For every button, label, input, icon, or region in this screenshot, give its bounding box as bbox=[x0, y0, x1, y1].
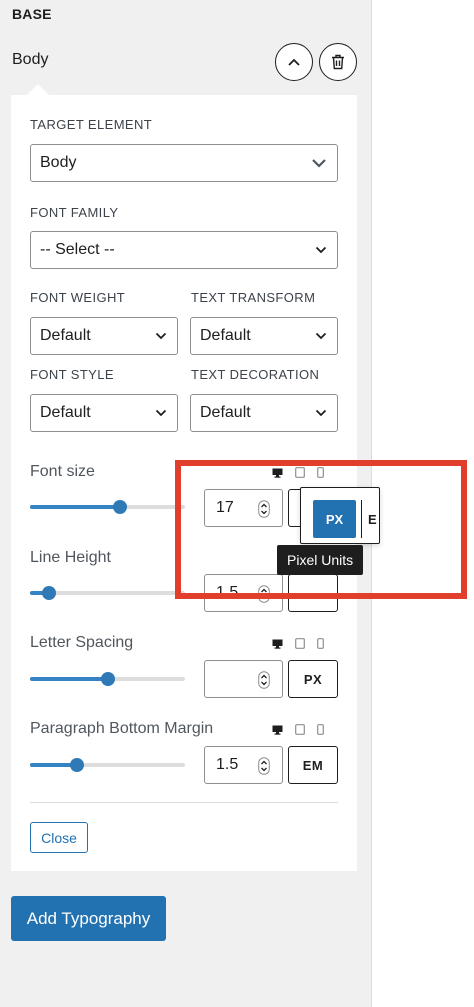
unit-option-em[interactable]: E bbox=[361, 500, 379, 538]
letter-spacing-input[interactable] bbox=[204, 660, 283, 698]
line-height-value: 1.5 bbox=[216, 584, 239, 601]
chevron-down-icon bbox=[315, 246, 327, 254]
font-style-label: FONT STYLE bbox=[30, 367, 114, 382]
text-transform-select[interactable]: Default bbox=[190, 317, 338, 355]
spinner-arrows-icon[interactable] bbox=[258, 500, 270, 518]
font-family-label: FONT FAMILY bbox=[30, 205, 119, 220]
slider-handle[interactable] bbox=[41, 586, 56, 600]
chevron-down-icon bbox=[315, 332, 327, 340]
panel-divider bbox=[30, 802, 338, 803]
text-transform-label: TEXT TRANSFORM bbox=[191, 290, 316, 305]
paragraph-bottom-margin-input[interactable]: 1.5 bbox=[204, 746, 283, 784]
target-element-value: Body bbox=[40, 154, 77, 171]
slider-fill bbox=[30, 677, 108, 681]
line-height-label: Line Height bbox=[30, 549, 111, 566]
mobile-icon[interactable] bbox=[317, 636, 324, 654]
paragraph-bottom-margin-slider[interactable] bbox=[30, 758, 185, 772]
line-height-input[interactable]: 1.5 bbox=[204, 574, 283, 612]
spinner-arrows-icon[interactable] bbox=[258, 585, 270, 603]
font-family-select[interactable]: -- Select -- bbox=[30, 231, 338, 269]
paragraph-margin-device-toggles bbox=[272, 722, 324, 740]
chevron-up-icon bbox=[288, 58, 300, 66]
chevron-down-icon bbox=[155, 409, 167, 417]
target-element-select[interactable]: Body bbox=[30, 144, 338, 182]
target-element-label: TARGET ELEMENT bbox=[30, 117, 153, 132]
line-height-unit-button[interactable] bbox=[288, 574, 338, 612]
font-weight-value: Default bbox=[40, 327, 91, 344]
mobile-icon[interactable] bbox=[317, 465, 324, 483]
tablet-icon[interactable] bbox=[295, 722, 305, 740]
add-typography-button[interactable]: Add Typography bbox=[11, 896, 166, 941]
font-style-select[interactable]: Default bbox=[30, 394, 178, 432]
font-style-value: Default bbox=[40, 404, 91, 421]
text-decoration-value: Default bbox=[200, 404, 251, 421]
paragraph-bottom-margin-unit-button[interactable]: EM bbox=[288, 746, 338, 784]
pixel-units-tooltip: Pixel Units bbox=[277, 545, 364, 575]
letter-spacing-label: Letter Spacing bbox=[30, 634, 134, 651]
mobile-icon[interactable] bbox=[317, 722, 324, 740]
font-size-slider[interactable] bbox=[30, 500, 185, 514]
text-decoration-select[interactable]: Default bbox=[190, 394, 338, 432]
trash-icon bbox=[332, 54, 344, 70]
text-decoration-label: TEXT DECORATION bbox=[191, 367, 320, 382]
paragraph-bottom-margin-label: Paragraph Bottom Margin bbox=[30, 720, 214, 737]
typography-item-title: Body bbox=[12, 51, 49, 68]
collapse-button[interactable] bbox=[275, 43, 313, 81]
spinner-arrows-icon[interactable] bbox=[258, 757, 270, 775]
spinner-arrows-icon[interactable] bbox=[258, 671, 270, 689]
slider-fill bbox=[30, 505, 120, 509]
letter-spacing-slider[interactable] bbox=[30, 672, 185, 686]
font-size-label: Font size bbox=[30, 463, 95, 480]
desktop-icon[interactable] bbox=[272, 722, 283, 740]
desktop-icon[interactable] bbox=[272, 636, 283, 654]
tablet-icon[interactable] bbox=[295, 465, 305, 483]
delete-button[interactable] bbox=[319, 43, 357, 81]
desktop-icon[interactable] bbox=[272, 465, 283, 483]
chevron-down-icon bbox=[155, 332, 167, 340]
unit-selector-popover: PX E bbox=[300, 487, 380, 544]
font-weight-label: FONT WEIGHT bbox=[30, 290, 126, 305]
close-button[interactable]: Close bbox=[30, 822, 88, 853]
letter-spacing-device-toggles bbox=[272, 636, 324, 654]
panel-pointer bbox=[27, 84, 49, 95]
paragraph-bottom-margin-value: 1.5 bbox=[216, 756, 239, 773]
text-transform-value: Default bbox=[200, 327, 251, 344]
font-size-device-toggles bbox=[272, 465, 324, 483]
line-height-slider[interactable] bbox=[30, 586, 185, 600]
unit-option-px[interactable]: PX bbox=[313, 500, 356, 538]
tablet-icon[interactable] bbox=[295, 636, 305, 654]
slider-handle[interactable] bbox=[69, 758, 84, 772]
slider-handle[interactable] bbox=[112, 500, 127, 514]
font-weight-select[interactable]: Default bbox=[30, 317, 178, 355]
chevron-down-icon bbox=[312, 159, 326, 168]
letter-spacing-unit-button[interactable]: PX bbox=[288, 660, 338, 698]
chevron-down-icon bbox=[315, 409, 327, 417]
font-size-input[interactable]: 17 bbox=[204, 489, 283, 527]
slider-handle[interactable] bbox=[100, 672, 115, 686]
font-size-value: 17 bbox=[216, 499, 234, 516]
section-heading: BASE bbox=[12, 6, 52, 22]
font-family-value: -- Select -- bbox=[40, 241, 115, 258]
